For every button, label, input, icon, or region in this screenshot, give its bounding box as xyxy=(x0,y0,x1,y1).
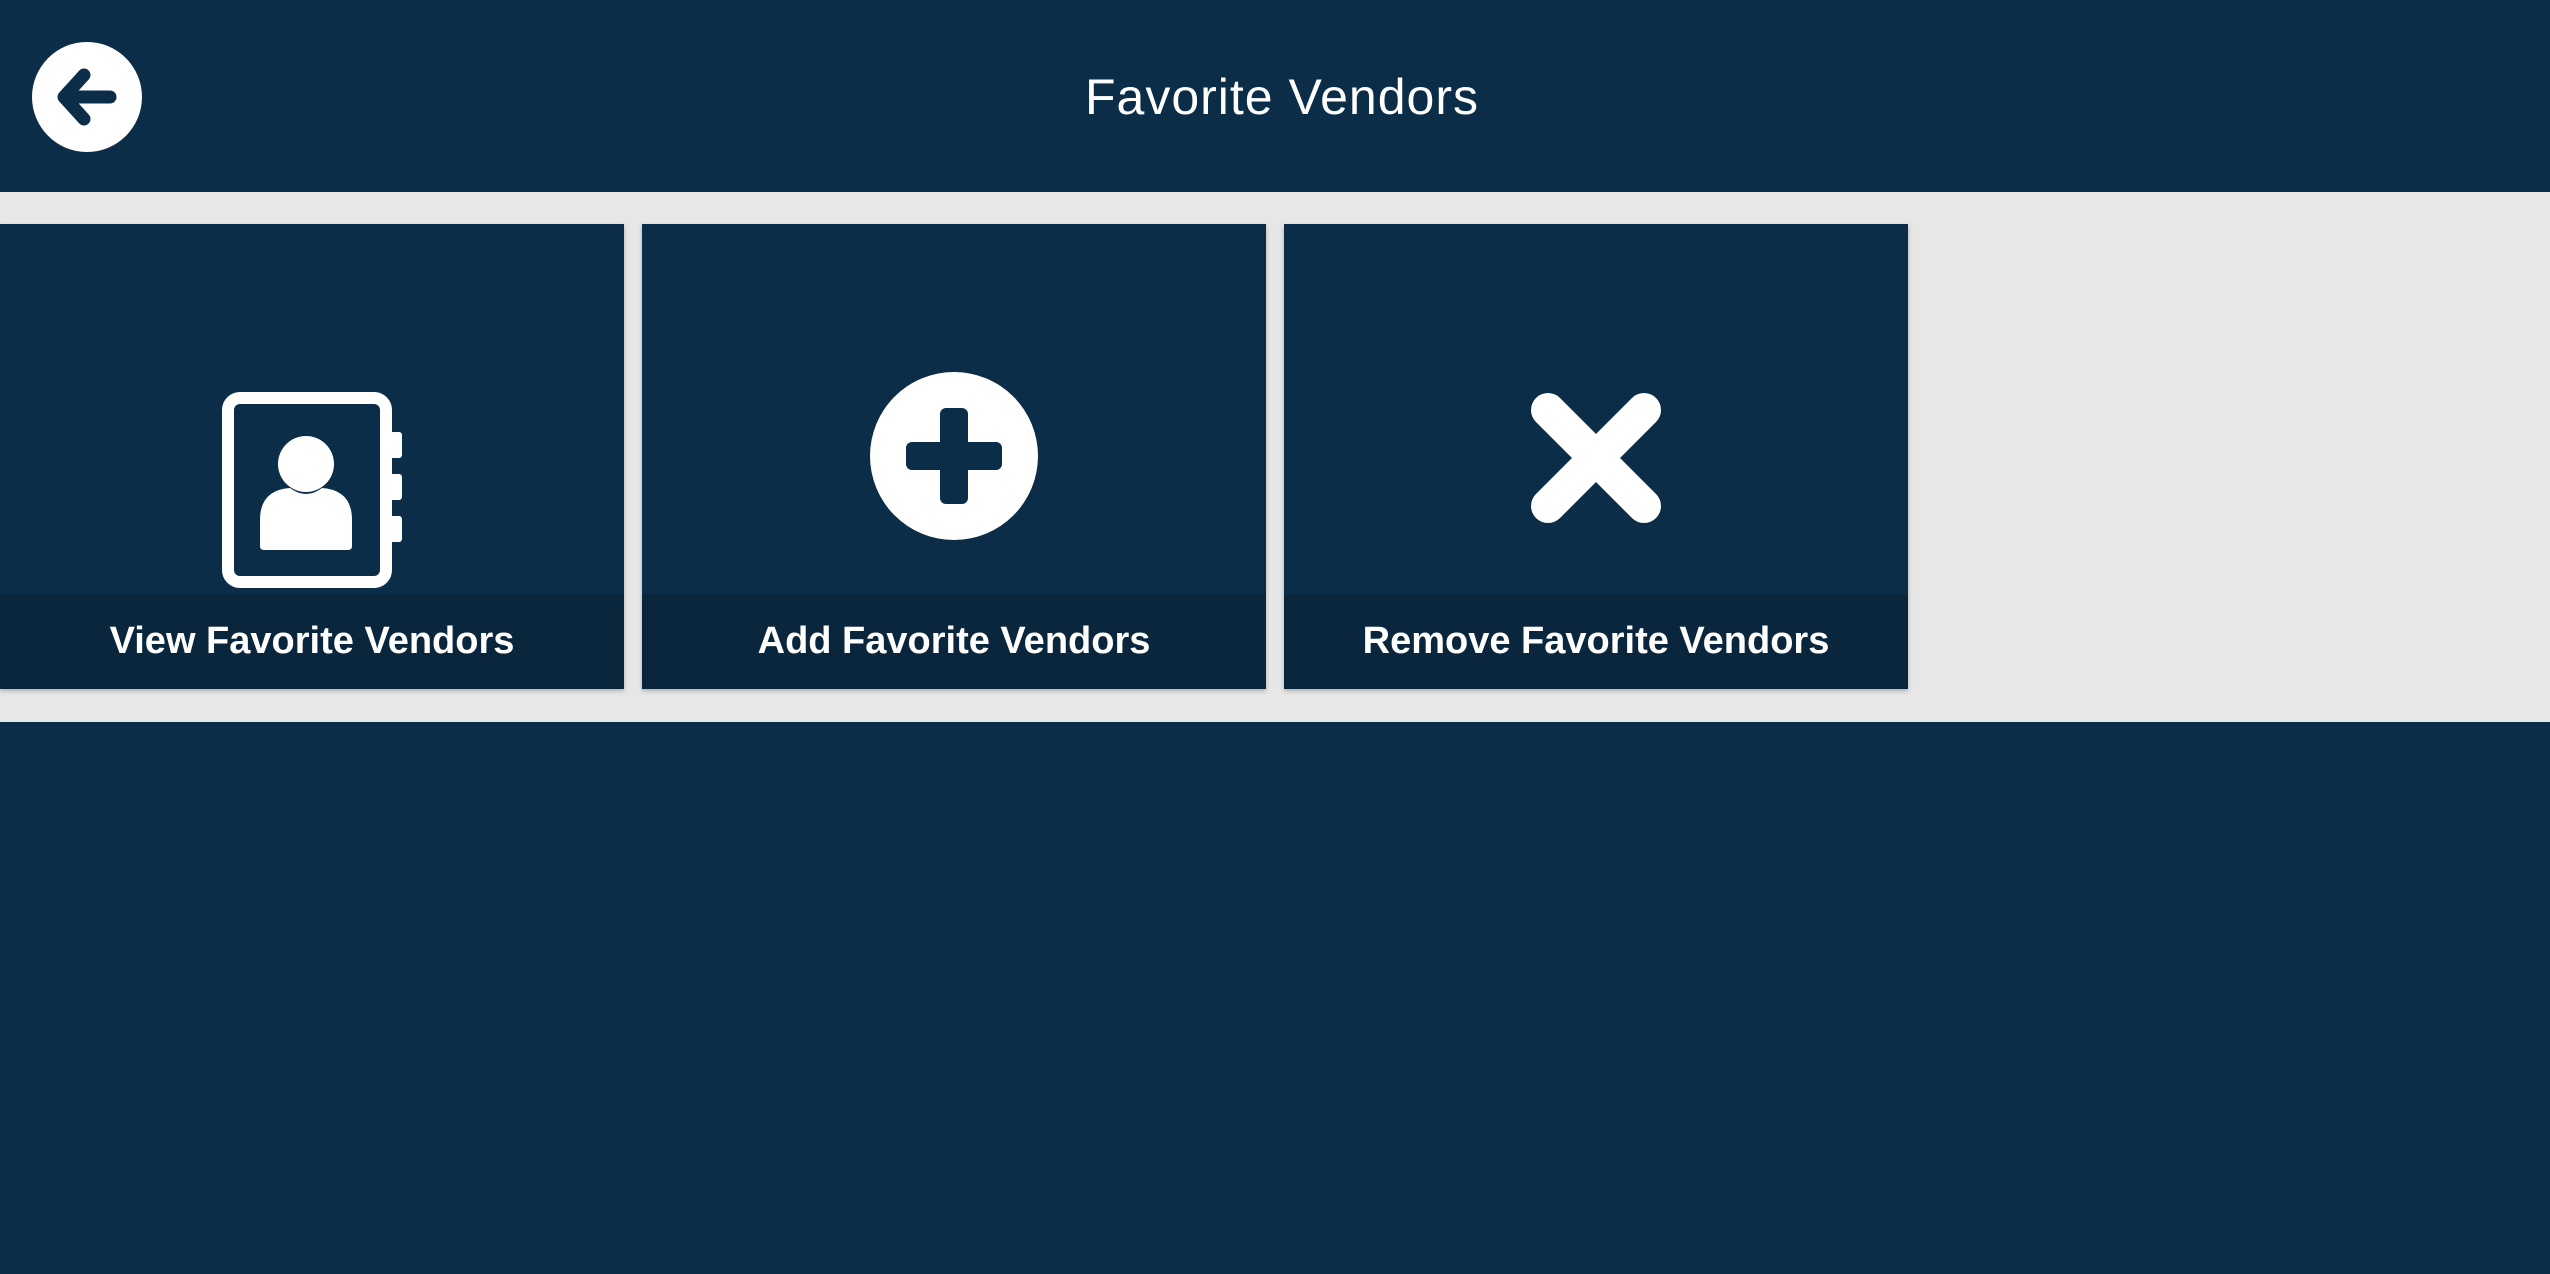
tile-footer: Remove Favorite Vendors xyxy=(1284,594,1908,689)
tile-footer: View Favorite Vendors xyxy=(0,594,624,689)
tile-label: Add Favorite Vendors xyxy=(757,620,1151,662)
x-icon xyxy=(1531,393,1661,523)
plus-circle-icon xyxy=(870,372,1038,540)
view-favorite-vendors-tile[interactable]: View Favorite Vendors xyxy=(0,224,624,689)
contact-book-icon xyxy=(222,392,402,588)
remove-favorite-vendors-tile[interactable]: Remove Favorite Vendors xyxy=(1284,224,1908,689)
tile-label: View Favorite Vendors xyxy=(109,620,515,662)
page-title: Favorite Vendors xyxy=(1085,69,1479,125)
header-bar: Favorite Vendors xyxy=(0,0,2550,192)
tiles-area: View Favorite Vendors Add Favorite Vendo… xyxy=(0,192,2550,722)
tile-footer: Add Favorite Vendors xyxy=(642,594,1266,689)
add-favorite-vendors-tile[interactable]: Add Favorite Vendors xyxy=(642,224,1266,689)
tile-label: Remove Favorite Vendors xyxy=(1362,620,1830,662)
